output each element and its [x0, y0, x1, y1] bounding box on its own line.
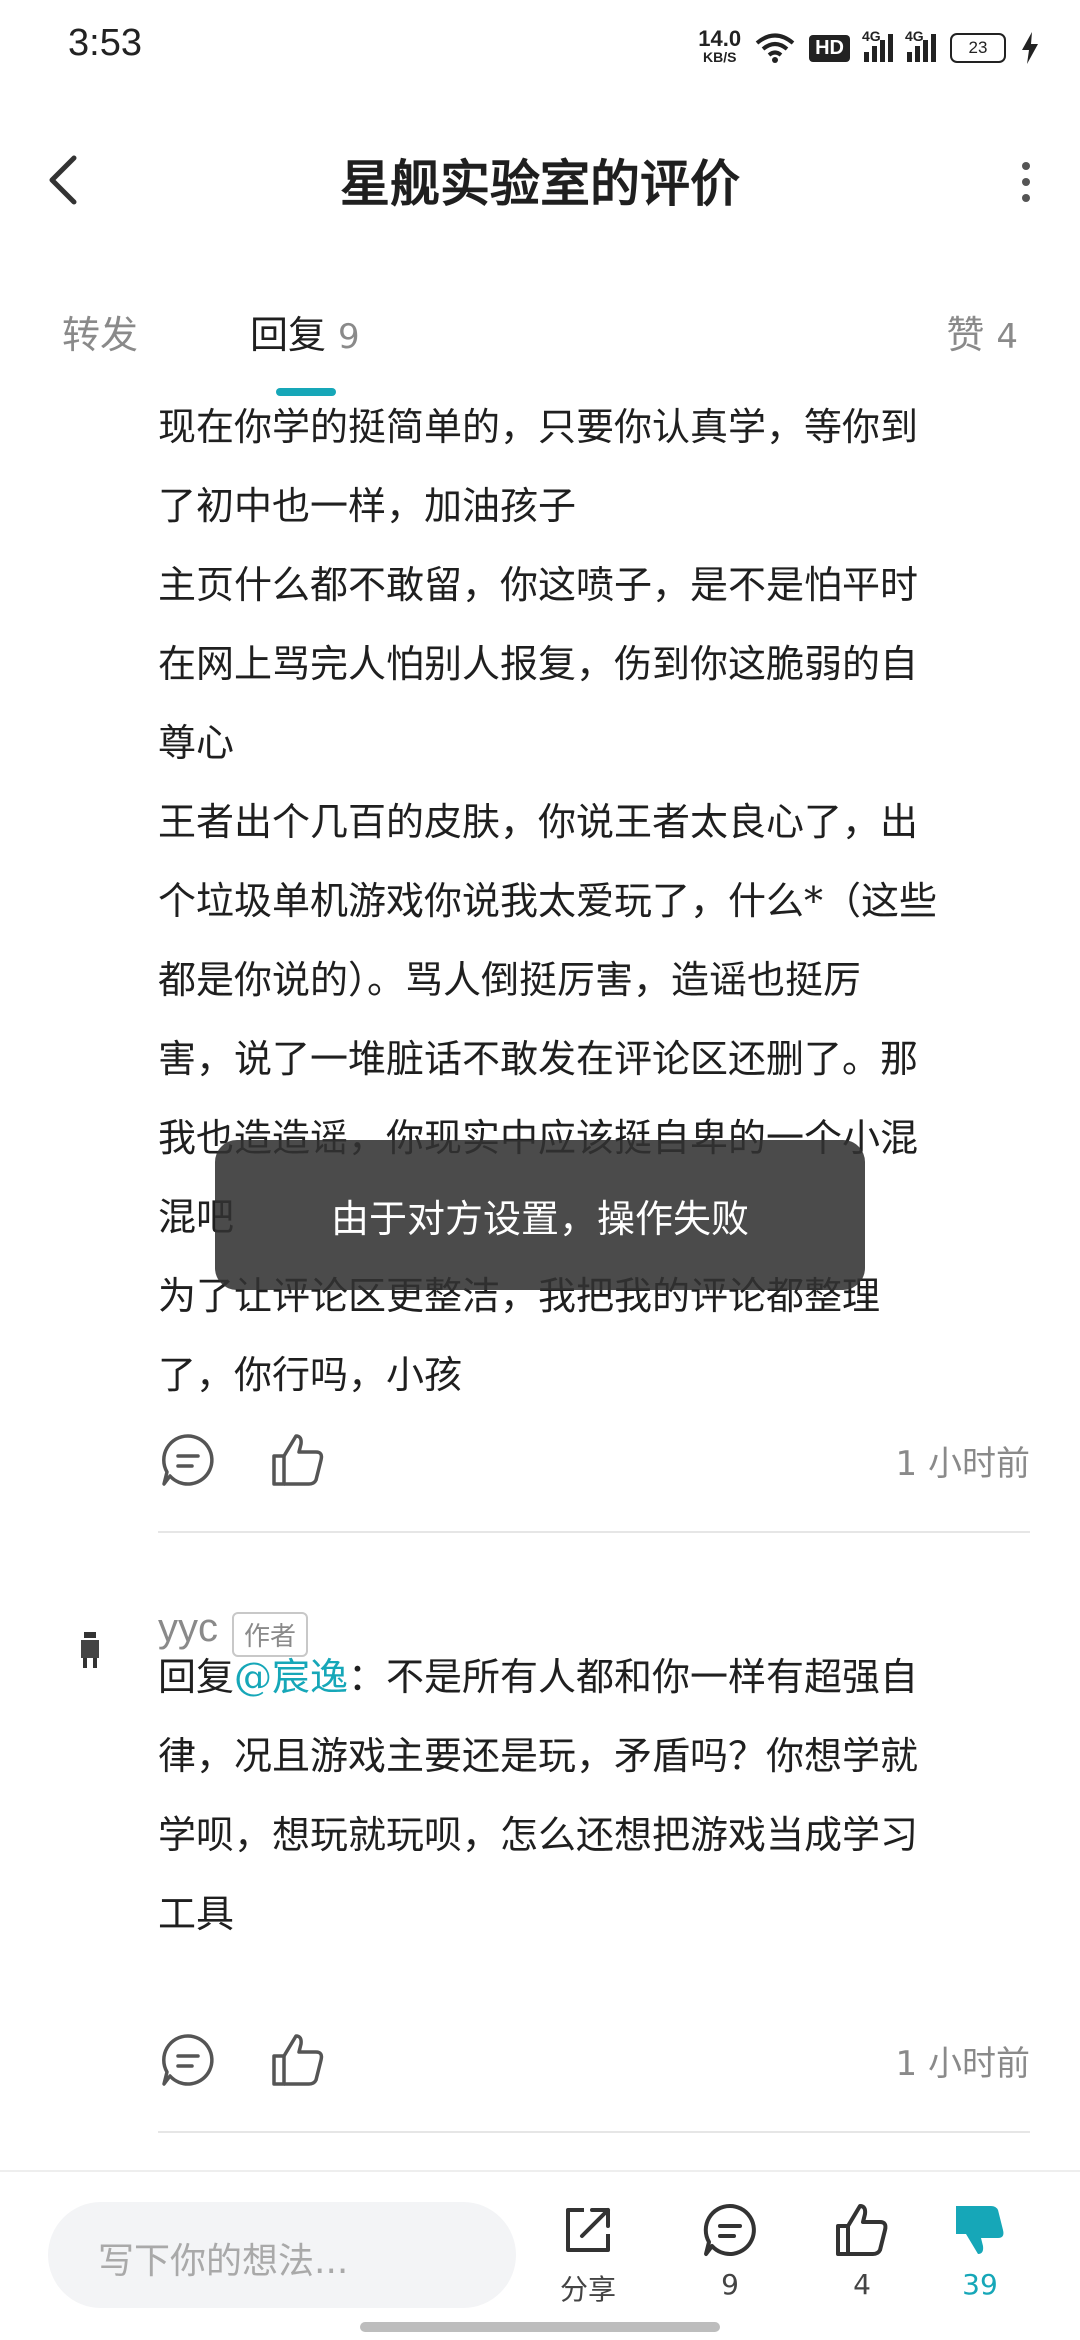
comment-line: 王者出个几百的皮肤，你说王者太良心了，出	[158, 800, 919, 844]
share-button[interactable]: 分享	[528, 2200, 648, 2308]
page-title: 星舰实验室的评价	[340, 155, 740, 213]
status-time: 3:53	[68, 22, 142, 64]
wifi-icon	[755, 33, 795, 63]
tab-reply[interactable]: 回复 9	[250, 304, 360, 359]
mention-link[interactable]: @宸逸	[234, 1655, 348, 1699]
comment-icon	[703, 2203, 756, 2256]
signal-icon: 4G	[862, 28, 893, 62]
share-label: 分享	[559, 2273, 616, 2306]
comment-line: 了初中也一样，加油孩子	[158, 484, 577, 528]
signal-label-2: 4G	[905, 28, 924, 44]
comment-line: 害，说了一堆脏话不敢发在评论区还删了。那	[158, 1037, 919, 1081]
tab-reply-count: 9	[338, 317, 360, 357]
network-speed-unit: KB/S	[702, 49, 737, 65]
comments-button[interactable]: 9	[670, 2200, 790, 2301]
like-icon	[836, 2204, 888, 2256]
signal-label: 4G	[862, 28, 881, 44]
reply-line-rest: ：不是所有人都和你一样有超强自	[348, 1655, 919, 1699]
reply-line: 学呗，想玩就玩呗，怎么还想把游戏当成学习	[158, 1813, 919, 1857]
toast-message: 由于对方设置，操作失败	[215, 1140, 865, 1290]
comment-line: 在网上骂完人怕别人报复，伤到你这脆弱的自	[158, 642, 919, 686]
status-icons: 14.0 KB/S HD 4G 4G 23	[698, 24, 1040, 72]
comment-line: 现在你学的挺简单的，只要你认真学，等你到	[158, 405, 919, 449]
comment-line: 个垃圾单机游戏你说我太爱玩了，什么*（这些	[158, 879, 938, 923]
reply-line: 工具	[158, 1892, 235, 1936]
like-icon[interactable]	[268, 2030, 328, 2090]
reply-prefix: 回复	[158, 1655, 235, 1699]
tab-likes[interactable]: 赞4	[946, 304, 1018, 359]
comment-icon[interactable]	[158, 2030, 218, 2090]
comment-input-placeholder: 写下你的想法...	[98, 2241, 349, 2282]
home-indicator[interactable]	[360, 2322, 720, 2332]
dislike-button[interactable]: 39	[920, 2200, 1040, 2301]
like-icon[interactable]	[268, 1430, 328, 1490]
comment-input[interactable]: 写下你的想法...	[48, 2202, 516, 2308]
comment-actions: 1 小时前	[158, 1420, 1030, 1500]
signal-icon-2: 4G	[905, 28, 936, 62]
reply-time: 1 小时前	[895, 2043, 1030, 2084]
comment-line: 主页什么都不敢留，你这喷子，是不是怕平时	[158, 563, 919, 607]
toast-text: 由于对方设置，操作失败	[330, 1196, 749, 1241]
hd-badge: HD	[809, 34, 850, 62]
status-bar: 3:53 14.0 KB/S HD 4G 4G 23	[0, 0, 1080, 96]
network-speed-value: 14.0	[698, 26, 742, 51]
like-button[interactable]: 4	[802, 2200, 922, 2301]
reply-line: 回复@宸逸：不是所有人都和你一样有超强自	[158, 1638, 1028, 1717]
network-speed: 14.0 KB/S	[698, 26, 742, 66]
thumbs-down-icon	[956, 2206, 1004, 2254]
avatar[interactable]	[78, 1630, 102, 1670]
dislike-count: 39	[962, 2268, 998, 2301]
comment-time: 1 小时前	[895, 1443, 1030, 1484]
tab-reply-label: 回复	[250, 313, 327, 357]
reply-line: 律，况且游戏主要还是玩，矛盾吗？你想学就	[158, 1734, 919, 1778]
bottom-bar-divider	[0, 2170, 1080, 2172]
tab-likes-count: 4	[996, 317, 1018, 357]
reply-text: 回复@宸逸：不是所有人都和你一样有超强自 律，况且游戏主要还是玩，矛盾吗？你想学…	[158, 1638, 1028, 1954]
divider	[158, 1531, 1030, 1533]
tab-likes-label: 赞	[946, 313, 985, 357]
charging-icon	[1022, 32, 1038, 64]
back-arrow-icon[interactable]	[40, 150, 90, 210]
comment-line: 尊心	[158, 721, 235, 765]
tab-forward[interactable]: 转发	[62, 304, 138, 359]
comment-line: 都是你说的）。骂人倒挺厉害，造谣也挺厉	[158, 958, 862, 1002]
share-icon	[566, 2208, 610, 2252]
divider	[158, 2131, 1030, 2133]
comment-count: 9	[721, 2268, 739, 2301]
battery-icon: 23	[950, 33, 1006, 63]
more-options-icon[interactable]	[1016, 158, 1036, 206]
comment-icon[interactable]	[158, 1430, 218, 1490]
comment-line: 了，你行吗，小孩	[158, 1353, 463, 1397]
like-count: 4	[853, 2268, 871, 2301]
reply-actions: 1 小时前	[158, 2020, 1030, 2100]
battery-level: 23	[968, 38, 988, 57]
